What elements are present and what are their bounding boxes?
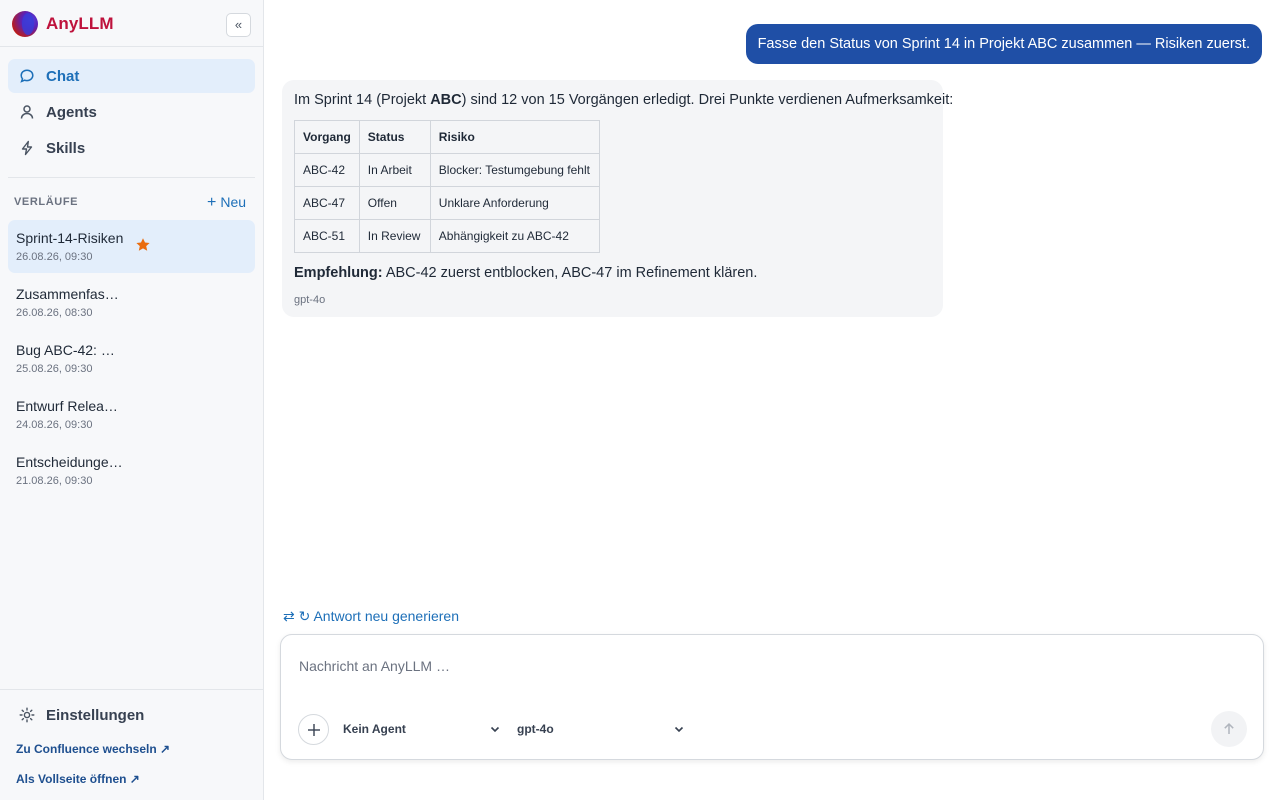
user-icon [20,105,34,119]
nav-label: Agents [46,104,97,121]
table-cell: ABC-42 [294,153,360,187]
nav-item-skills[interactable]: Skills [8,131,255,165]
table-cell: ABC-51 [294,219,360,253]
user-message-bubble: Fasse den Status von Sprint 14 in Projek… [745,24,1262,64]
agent-select-value: Kein Agent [343,722,406,736]
history-item-date: 25.08.26, 09:30 [16,363,93,375]
history-item-title: Entscheidunge… [16,454,123,470]
table-cell: Abhängigkeit zu ABC-42 [429,219,600,253]
message-composer: Kein Agent gpt-4o [280,634,1264,760]
lightning-icon [21,140,33,156]
chevron-down-icon [674,726,684,733]
brand-header: AnyLLM « [0,0,263,47]
new-chat-button[interactable]: + Neu [207,194,246,212]
table-cell: Unklare Anforderung [429,186,600,220]
history-item-title: Bug ABC-42: … [16,342,115,358]
table-row: ABC-42 In Arbeit Blocker: Testumgebung f… [294,153,600,187]
app-logo [12,11,38,37]
history-item-title: Sprint-14-Risiken [16,230,124,246]
intro-text-b: ) sind 12 von 15 Vorgängen erledigt. Dre… [461,92,954,108]
model-tag: gpt-4o [294,294,326,306]
sidebar-divider [8,177,255,178]
history-item-date: 24.08.26, 09:30 [16,419,93,431]
history-section-title: VERLÄUFE [14,196,79,208]
plus-icon [308,724,320,736]
history-item[interactable]: Zusammenfas… 26.08.26, 08:30 [8,276,255,329]
nav-item-chat[interactable]: Chat [8,59,255,93]
table-row: ABC-47 Offen Unklare Anforderung [294,186,600,220]
table-header-cell: Vorgang [294,120,360,154]
settings-button[interactable]: Einstellungen [8,700,255,730]
attach-button[interactable] [298,714,329,745]
chat-bubble-icon [20,69,34,83]
nav-label: Skills [46,140,86,157]
history-item-date: 21.08.26, 09:30 [16,475,93,487]
agent-select[interactable]: Kein Agent [343,720,503,740]
sidebar-footer: Einstellungen Zu Confluence wechseln ↗ A… [0,689,263,800]
plus-icon: + [207,194,217,211]
table-header-row: Vorgang Status Risiko [294,120,600,154]
arrow-up-icon [1224,722,1234,734]
message-input[interactable] [299,655,1239,677]
table-cell: Blocker: Testumgebung fehlt [429,153,600,187]
table-row: ABC-51 In Review Abhängigkeit zu ABC-42 [294,219,600,253]
assistant-intro-text: Im Sprint 14 (Projekt ABC) sind 12 von 1… [294,92,953,108]
nav-item-agents[interactable]: Agents [8,95,255,129]
table-cell: In Review [358,219,431,253]
table-cell: Offen [358,186,431,220]
star-icon[interactable] [135,237,151,253]
table-cell: ABC-47 [294,186,360,220]
history-item[interactable]: Bug ABC-42: … 25.08.26, 09:30 [8,332,255,385]
chevron-down-icon [490,726,500,733]
settings-label: Einstellungen [46,707,145,724]
recommendation-label: Empfehlung: [294,265,383,281]
regenerate-answer-button[interactable]: ⇄ ↻ Antwort neu generieren [283,608,459,625]
fullpage-link[interactable]: Als Vollseite öffnen ↗ [16,772,140,786]
history-item-date: 26.08.26, 08:30 [16,307,93,319]
collapse-sidebar-button[interactable]: « [226,13,251,37]
table-cell: In Arbeit [358,153,431,187]
history-item-title: Entwurf Relea… [16,398,118,414]
risk-table: Vorgang Status Risiko ABC-42 In Arbeit B… [294,120,600,253]
history-item[interactable]: Entwurf Relea… 24.08.26, 09:30 [8,388,255,441]
intro-text-a: Im Sprint 14 (Projekt [294,92,431,108]
send-button[interactable] [1211,711,1247,747]
intro-text-bold: ABC [430,92,462,108]
confluence-link[interactable]: Zu Confluence wechseln ↗ [16,742,170,756]
recommendation-text: Empfehlung: ABC-42 zuerst entblocken, AB… [294,265,757,281]
history-item[interactable]: Entscheidunge… 21.08.26, 09:30 [8,444,255,497]
model-select[interactable]: gpt-4o [517,720,687,740]
table-header-cell: Status [358,120,431,154]
assistant-message: Im Sprint 14 (Projekt ABC) sind 12 von 1… [282,80,953,317]
nav-label: Chat [46,68,80,85]
new-chat-label: Neu [220,194,247,210]
sidebar: AnyLLM « Chat Agents Skills VERLÄUFE + Ne… [0,0,264,800]
app-name: AnyLLM [46,14,114,33]
history-item-date: 26.08.26, 09:30 [16,251,93,263]
recommendation-body: ABC-42 zuerst entblocken, ABC-47 im Refi… [382,265,758,281]
gear-icon [19,707,35,723]
table-header-cell: Risiko [429,120,600,154]
history-item[interactable]: Sprint-14-Risiken 26.08.26, 09:30 [8,220,255,273]
history-item-title: Zusammenfas… [16,286,119,302]
model-select-value: gpt-4o [517,722,554,736]
